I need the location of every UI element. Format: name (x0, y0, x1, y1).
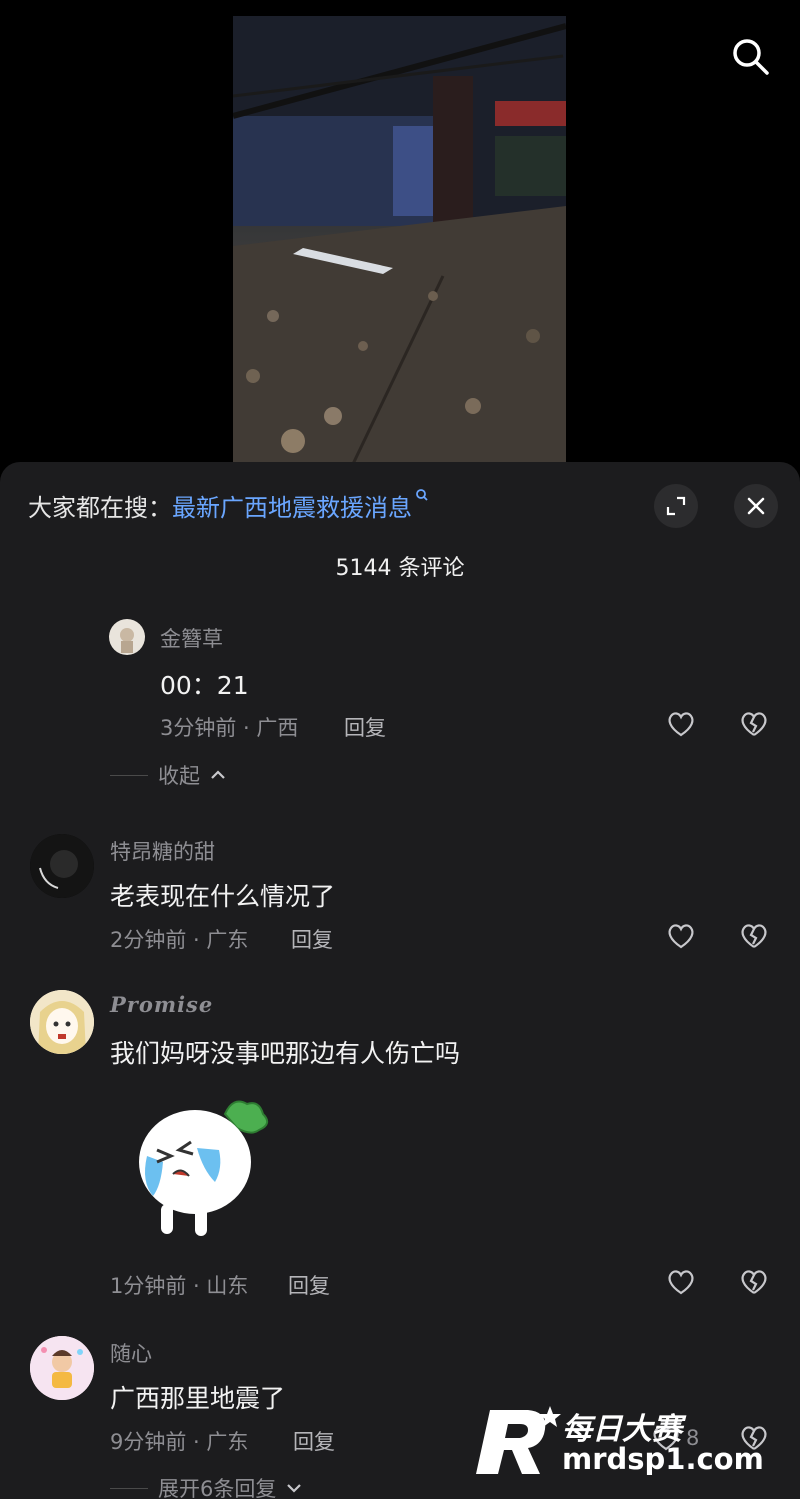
trending-search[interactable]: 大家都在搜：最新广西地震救援消息 (28, 488, 429, 523)
reply-button[interactable]: 回复 (288, 1270, 330, 1300)
reply-button[interactable]: 回复 (291, 924, 333, 954)
divider-line (110, 1487, 148, 1489)
avatar-image (30, 990, 94, 1054)
close-icon (747, 497, 765, 515)
video-frame[interactable] (233, 16, 566, 464)
chevron-down-icon (287, 1484, 302, 1493)
search-icon (733, 39, 769, 75)
comment-sheet: 大家都在搜：最新广西地震救援消息 5144 条评论 金簪草 00：21 3分钟前… (0, 462, 800, 1499)
reply-button[interactable]: 回复 (293, 1426, 335, 1456)
close-button[interactable] (734, 484, 778, 528)
search-small-icon (416, 489, 428, 501)
comment-username[interactable]: 特昂糖的甜 (110, 836, 215, 866)
expand-button[interactable] (654, 484, 698, 528)
avatar[interactable] (30, 834, 94, 898)
collapse-replies-toggle[interactable]: 收起 (110, 760, 226, 790)
avatar-image (30, 834, 94, 898)
search-button[interactable] (728, 34, 772, 78)
comment-username[interactable]: Promise (110, 992, 213, 1017)
avatar-image (30, 1336, 94, 1400)
avatar[interactable] (30, 1336, 94, 1400)
dislike-broken-heart-icon[interactable] (738, 708, 770, 740)
chevron-up-icon (211, 770, 225, 779)
dislike-broken-heart-icon[interactable] (738, 1266, 770, 1298)
watermark-logo: 每日大赛 mrdsp1.com (470, 1404, 790, 1484)
comment-count: 5144 条评论 (335, 556, 465, 581)
trending-query-link[interactable]: 最新广西地震救援消息 (172, 494, 412, 522)
avatar-image (120, 628, 134, 653)
expand-icon (666, 496, 686, 516)
reply-button[interactable]: 回复 (344, 712, 386, 742)
comment-text: 00：21 (160, 671, 249, 700)
comment-text: 我们妈呀没事吧那边有人伤亡吗 (110, 1039, 461, 1068)
watermark-site: mrdsp1.com (562, 1442, 764, 1476)
collapse-label: 收起 (158, 764, 200, 788)
comment-meta: 9分钟前 · 广东 (110, 1430, 249, 1454)
comment-text: 广西那里地震了 (110, 1384, 286, 1413)
expand-replies-toggle[interactable]: 展开6条回复 (110, 1473, 302, 1499)
comment-username[interactable]: 随心 (110, 1338, 152, 1368)
avatar[interactable] (30, 990, 94, 1054)
like-heart-icon[interactable] (665, 708, 697, 740)
dislike-broken-heart-icon[interactable] (738, 920, 770, 952)
crying-radish-sticker-image (139, 1100, 269, 1236)
comment-username[interactable]: 金簪草 (160, 623, 223, 653)
divider-line (110, 774, 148, 776)
like-heart-icon[interactable] (665, 1266, 697, 1298)
avatar[interactable] (109, 619, 145, 655)
video-player[interactable] (0, 0, 800, 470)
like-heart-icon[interactable] (665, 920, 697, 952)
expand-replies-label: 展开6条回复 (158, 1477, 277, 1499)
comment-meta: 2分钟前 · 广东 (110, 928, 249, 952)
video-scene-image (233, 16, 566, 464)
trending-prefix: 大家都在搜： (28, 494, 172, 522)
comment-text: 老表现在什么情况了 (110, 882, 336, 911)
comment-meta: 1分钟前 · 山东 (110, 1274, 249, 1298)
comment-meta: 3分钟前 · 广西 (160, 716, 299, 740)
